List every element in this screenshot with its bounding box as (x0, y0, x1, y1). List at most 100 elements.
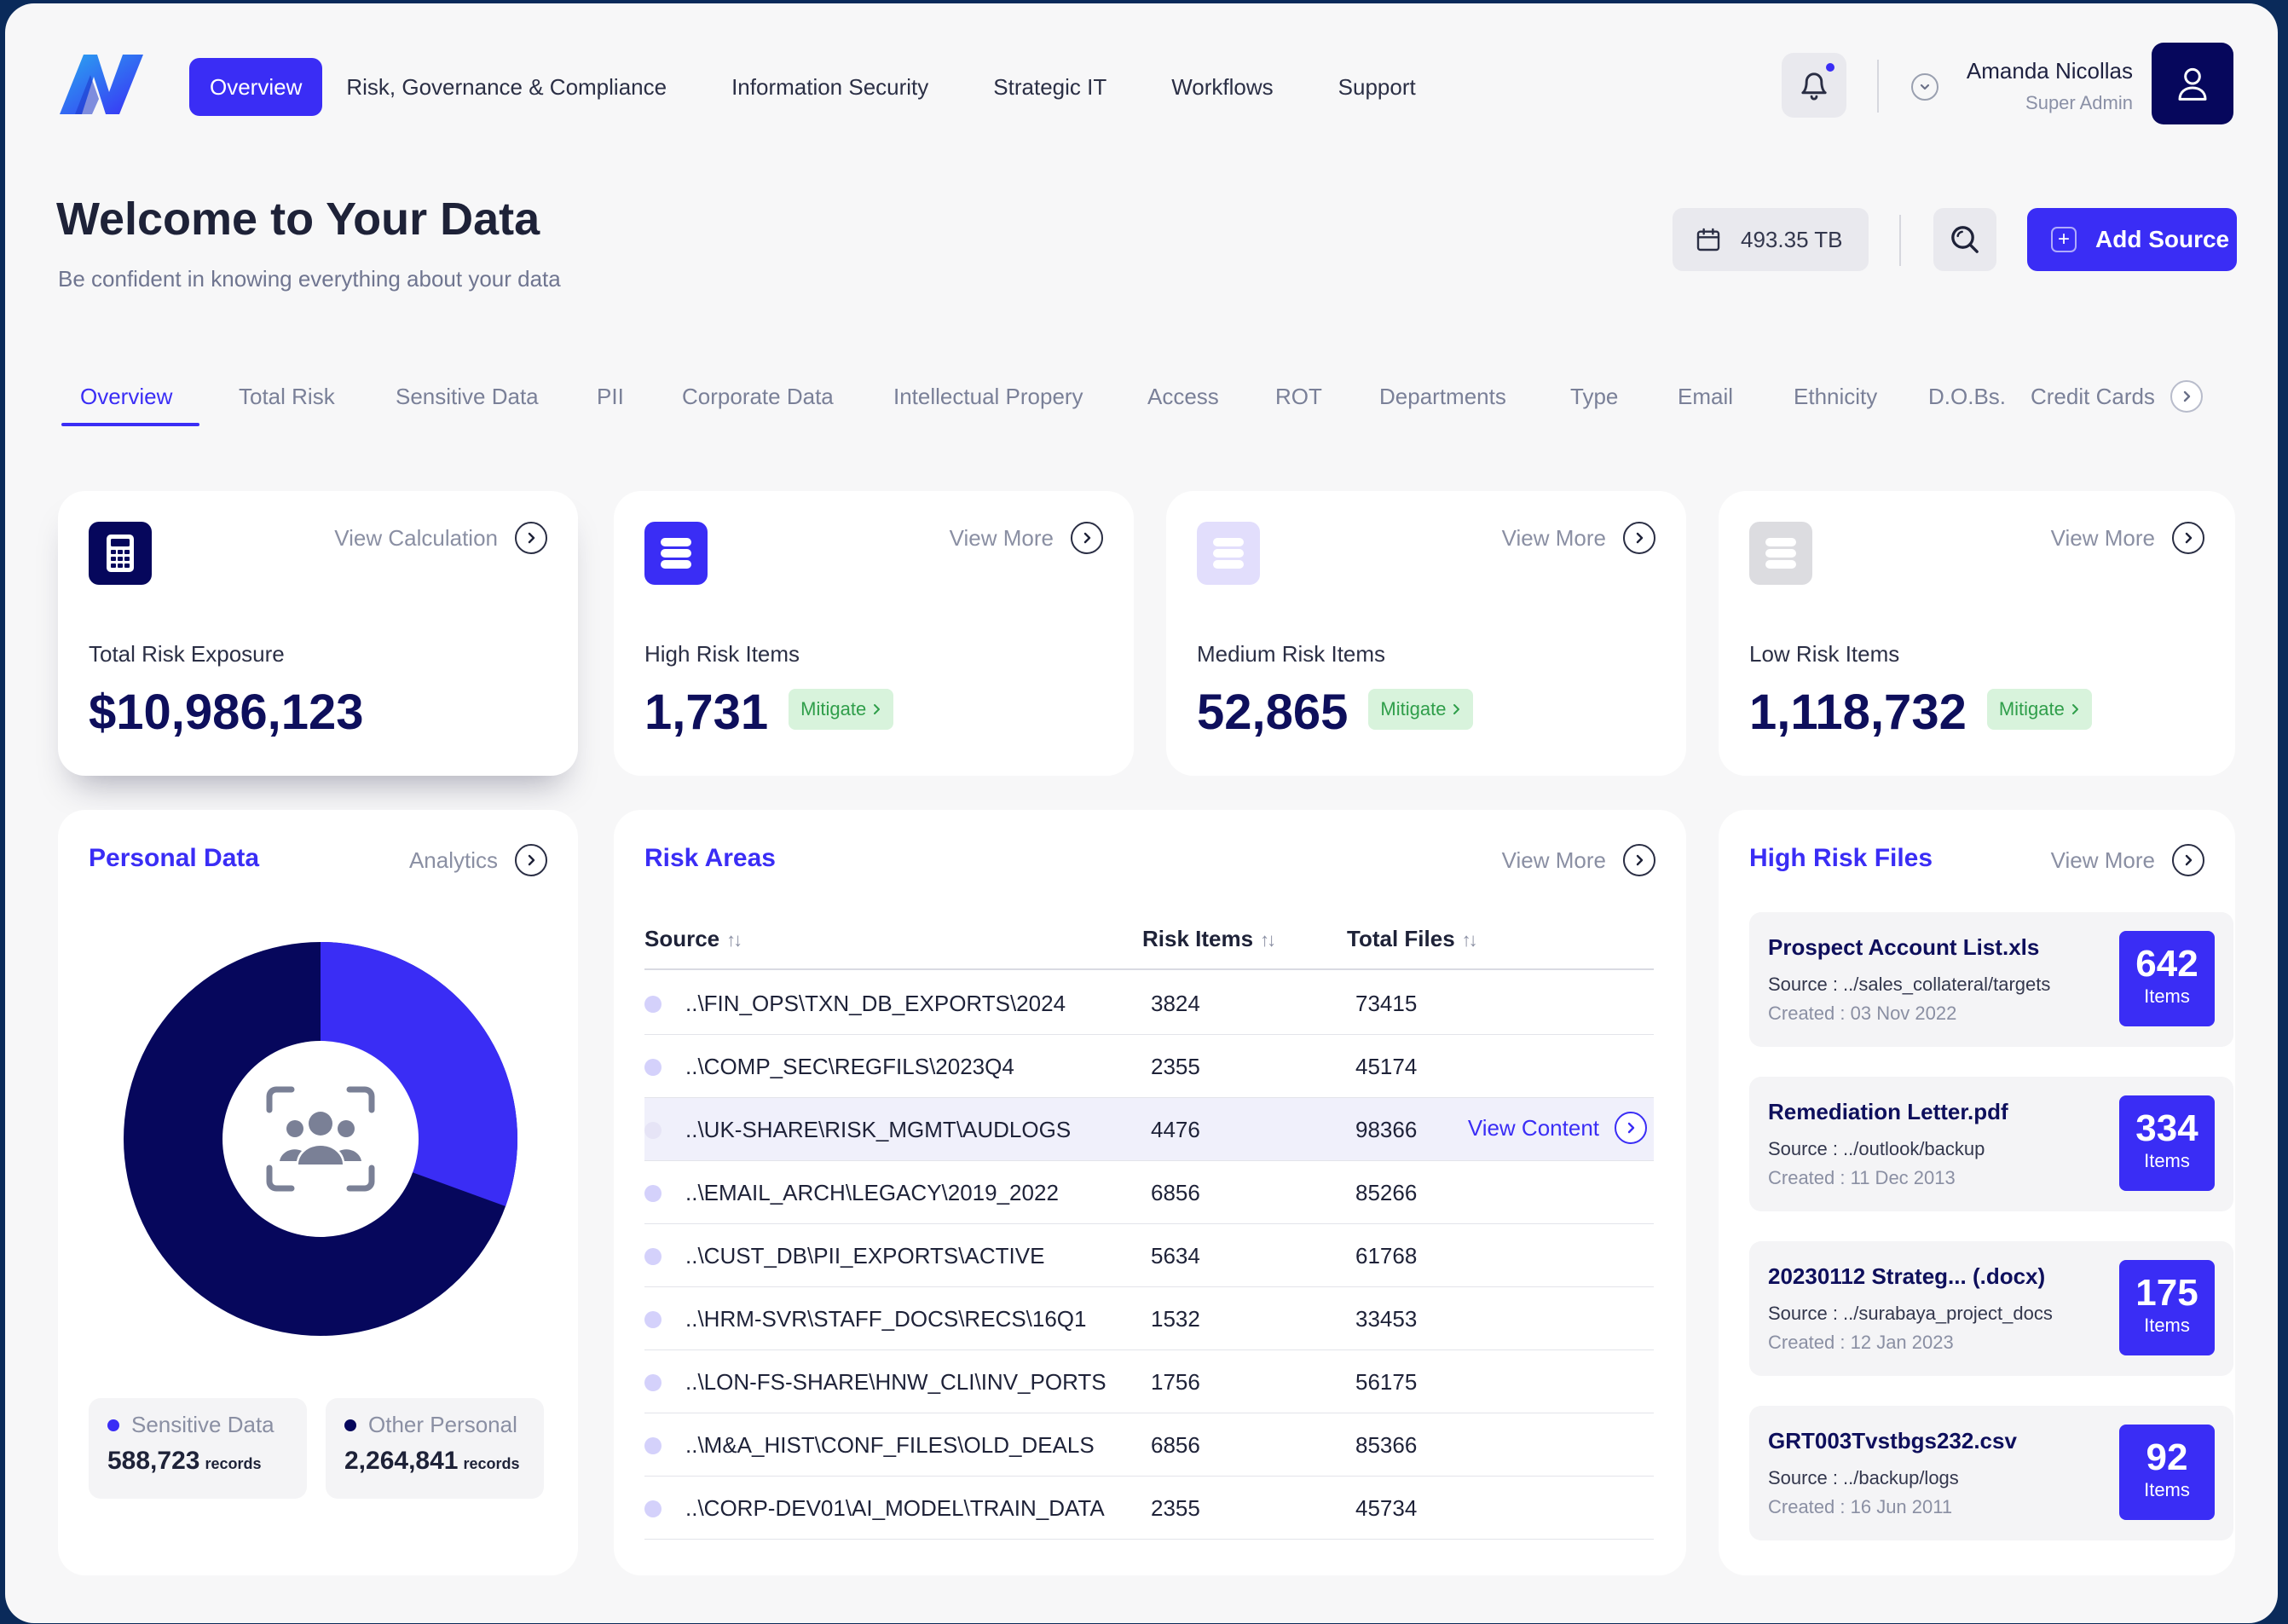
file-item[interactable]: 20230112 Strateg... (.docx) Source : ../… (1749, 1241, 2233, 1376)
cell-total-files: 61768 (1355, 1243, 1418, 1269)
file-created: Created : 11 Dec 2013 (1768, 1167, 1956, 1188)
cell-source: ..\FIN_OPS\TXN_DB_EXPORTS\2024 (685, 991, 1066, 1016)
mitigate-button[interactable]: Mitigate (1986, 688, 2092, 730)
tab-overview[interactable]: Overview (80, 370, 172, 426)
stack-icon (1749, 522, 1812, 585)
table-row[interactable]: ..\FIN_OPS\TXN_DB_EXPORTS\2024 3824 7341… (644, 972, 1654, 1035)
user-menu-toggle[interactable] (1911, 73, 1938, 101)
file-item-count: 642 Items (2119, 931, 2215, 1026)
add-source-button[interactable]: + Add Source (2027, 208, 2237, 271)
cell-source: ..\CUST_DB\PII_EXPORTS\ACTIVE (685, 1243, 1045, 1269)
tab-pii[interactable]: PII (597, 370, 624, 426)
view-content-button[interactable]: View Content (1468, 1112, 1647, 1144)
calculator-icon (89, 522, 152, 585)
file-item[interactable]: Prospect Account List.xls Source : ../sa… (1749, 912, 2233, 1047)
view-more-link[interactable]: View More (2051, 844, 2204, 876)
view-calculation-link[interactable]: View Calculation (334, 522, 547, 554)
file-created: Created : 12 Jan 2023 (1768, 1332, 1954, 1353)
risk-areas-card: Risk Areas View More Source ↑↓ Risk Items… (614, 810, 1686, 1575)
view-more-link[interactable]: View More (1502, 522, 1655, 554)
row-dot (644, 1500, 662, 1517)
table-row[interactable]: ..\CUST_DB\PII_EXPORTS\ACTIVE 5634 61768 (644, 1224, 1654, 1287)
file-item-count: 92 Items (2119, 1425, 2215, 1520)
cell-total-files: 98366 (1355, 1117, 1418, 1142)
tab-access[interactable]: Access (1147, 370, 1219, 426)
medium-risk-card: View More Medium Risk Items 52,865 Mitiga… (1166, 491, 1686, 776)
nav-workflows[interactable]: Workflows (1142, 58, 1302, 116)
divider (1899, 215, 1901, 266)
arrow-right-icon (515, 844, 547, 876)
mitigate-button[interactable]: Mitigate (789, 688, 894, 730)
view-more-link[interactable]: View More (2051, 522, 2204, 554)
file-item[interactable]: Remediation Letter.pdf Source : ../outlo… (1749, 1077, 2233, 1211)
tabs-scroll-right-button[interactable] (2170, 380, 2203, 413)
avatar[interactable] (2152, 43, 2233, 124)
tab-intellectual-property[interactable]: Intellectual Propery (893, 370, 1083, 426)
column-risk-items[interactable]: Risk Items ↑↓ (1142, 926, 1276, 952)
table-row[interactable]: ..\EMAIL_ARCH\LEGACY\2019_2022 6856 8526… (644, 1161, 1654, 1224)
user-icon (2178, 67, 2207, 101)
nav-risk-governance[interactable]: Risk, Governance & Compliance (329, 58, 696, 116)
sort-icon: ↑↓ (726, 929, 742, 951)
table-row[interactable]: ..\UK-SHARE\RISK_MGMT\AUDLOGS 4476 98366… (644, 1098, 1654, 1161)
tab-ethnicity[interactable]: Ethnicity (1794, 370, 1877, 426)
view-more-link[interactable]: View More (1502, 844, 1655, 876)
brand-logo[interactable] (58, 46, 152, 123)
view-more-link[interactable]: View More (950, 522, 1103, 554)
table-row[interactable]: ..\M&A_HIST\CONF_FILES\OLD_DEALS 6856 85… (644, 1413, 1654, 1477)
chevron-right-icon (2071, 703, 2078, 714)
cell-risk-items: 2355 (1151, 1054, 1200, 1079)
notifications-button[interactable] (1782, 53, 1846, 118)
file-item[interactable]: GRT003Tvstbgs232.csv Source : ../backup/… (1749, 1406, 2233, 1540)
chevron-right-icon (2183, 390, 2191, 402)
file-item-count: 175 Items (2119, 1260, 2215, 1355)
cell-source: ..\COMP_SEC\REGFILS\2023Q4 (685, 1054, 1014, 1079)
tab-sensitive-data[interactable]: Sensitive Data (396, 370, 539, 426)
nav-support[interactable]: Support (1309, 58, 1445, 116)
arrow-right-icon (2172, 844, 2204, 876)
table-row[interactable]: ..\HRM-SVR\STAFF_DOCS\RECS\16Q1 1532 334… (644, 1287, 1654, 1350)
stat-value-row: 1,731 Mitigate (644, 684, 894, 741)
table-row[interactable]: ..\CORP-DEV01\AI_MODEL\TRAIN_DATA 2355 4… (644, 1477, 1654, 1540)
sort-icon: ↑↓ (1260, 929, 1276, 951)
tab-dobs[interactable]: D.O.Bs. (1928, 370, 2006, 426)
file-created: Created : 03 Nov 2022 (1768, 1003, 1957, 1024)
cell-source: ..\HRM-SVR\STAFF_DOCS\RECS\16Q1 (685, 1306, 1087, 1332)
personal-data-donut[interactable] (116, 934, 525, 1344)
chevron-right-icon (874, 703, 881, 714)
cell-total-files: 56175 (1355, 1369, 1418, 1395)
tab-departments[interactable]: Departments (1379, 370, 1506, 426)
legend-value: 588,723 (107, 1447, 200, 1475)
tab-total-risk[interactable]: Total Risk (239, 370, 335, 426)
cell-total-files: 73415 (1355, 991, 1418, 1016)
table-header: Source ↑↓ Risk Items ↑↓ Total Files ↑↓ (644, 926, 1654, 970)
stat-label: Total Risk Exposure (89, 641, 285, 667)
row-dot (644, 1311, 662, 1328)
mitigate-button[interactable]: Mitigate (1368, 688, 1474, 730)
cell-total-files: 85266 (1355, 1180, 1418, 1205)
tab-email[interactable]: Email (1678, 370, 1733, 426)
legend-unit: records (463, 1455, 520, 1472)
nav-strategic-it[interactable]: Strategic IT (964, 58, 1135, 116)
cell-total-files: 45734 (1355, 1495, 1418, 1521)
nav-information-security[interactable]: Information Security (702, 58, 957, 116)
cell-total-files: 33453 (1355, 1306, 1418, 1332)
search-button[interactable] (1933, 208, 1996, 271)
tab-rot[interactable]: ROT (1275, 370, 1322, 426)
arrow-right-icon (1623, 844, 1655, 876)
tab-type[interactable]: Type (1570, 370, 1618, 426)
file-source: Source : ../backup/logs (1768, 1467, 1959, 1488)
nav-overview[interactable]: Overview (189, 58, 323, 116)
bell-icon (1801, 72, 1827, 101)
table-row[interactable]: ..\COMP_SEC\REGFILS\2023Q4 2355 45174 (644, 1035, 1654, 1098)
analytics-link[interactable]: Analytics (409, 844, 547, 876)
column-total-files[interactable]: Total Files ↑↓ (1347, 926, 1478, 952)
main-nav: Overview Risk, Governance & Compliance I… (189, 58, 1445, 116)
file-source: Source : ../sales_collateral/targets (1768, 974, 2051, 995)
table-row[interactable]: ..\LON-FS-SHARE\HNW_CLI\INV_PORTS 1756 5… (644, 1350, 1654, 1413)
stat-value-row: 52,865 Mitigate (1197, 684, 1474, 741)
storage-indicator[interactable]: 493.35 TB (1673, 208, 1869, 271)
tab-corporate-data[interactable]: Corporate Data (682, 370, 834, 426)
column-source[interactable]: Source ↑↓ (644, 926, 742, 952)
tab-credit-cards[interactable]: Credit Cards (2031, 370, 2155, 426)
